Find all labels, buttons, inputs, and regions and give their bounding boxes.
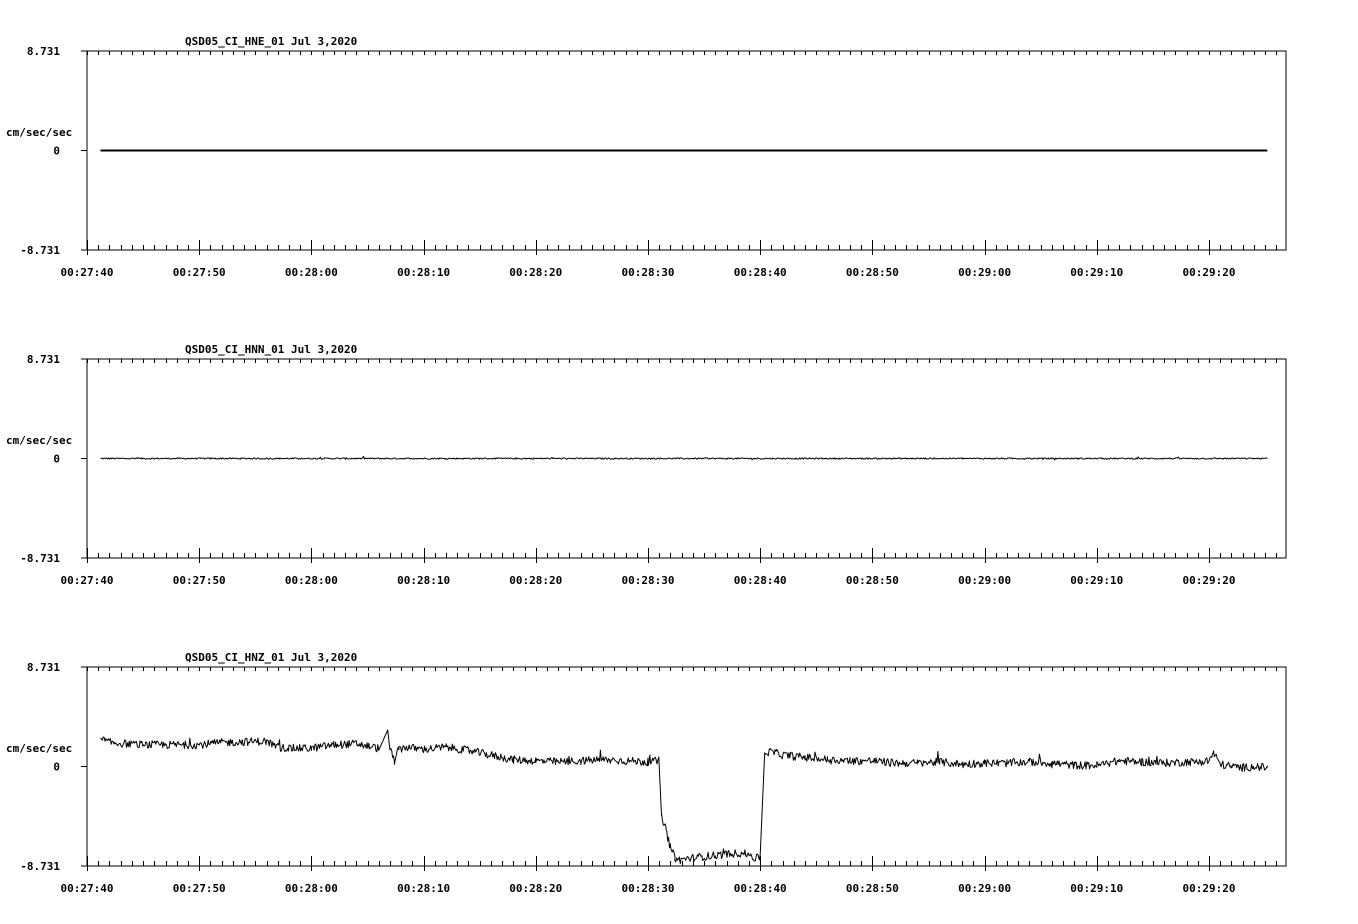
plot-frame [86,666,1287,867]
y-tick-label: -8.731 [20,552,60,565]
x-tick-label: 00:29:10 [1070,266,1123,279]
y-tick-label: -8.731 [20,244,60,257]
x-tick-label: 00:28:40 [734,266,787,279]
x-tick-label: 00:27:40 [61,266,114,279]
x-tick-label: 00:27:40 [61,882,114,895]
x-tick-label: 00:28:40 [734,882,787,895]
chart-title: QSD05_CI_HNE_01 Jul 3,2020 [185,35,357,48]
y-tick-label: 0 [53,145,60,158]
x-tick-label: 00:29:20 [1183,882,1236,895]
x-tick-label: 00:28:20 [509,574,562,587]
x-tick-label: 00:27:50 [173,574,226,587]
x-tick-label: 00:28:10 [397,574,450,587]
x-tick-label: 00:29:20 [1183,574,1236,587]
x-tick-label: 00:28:30 [622,882,675,895]
x-tick-label: 00:29:20 [1183,266,1236,279]
x-tick-label: 00:28:20 [509,266,562,279]
x-tick-label: 00:28:20 [509,882,562,895]
y-tick-label: 8.731 [27,353,60,366]
y-axis-label: cm/sec/sec [6,434,72,447]
x-tick-label: 00:28:50 [846,882,899,895]
x-tick-label: 00:28:10 [397,882,450,895]
x-tick-label: 00:28:30 [622,574,675,587]
y-axis-label: cm/sec/sec [6,126,72,139]
chart-title: QSD05_CI_HNZ_01 Jul 3,2020 [185,651,357,664]
y-tick-label: 8.731 [27,661,60,674]
chart-title: QSD05_CI_HNN_01 Jul 3,2020 [185,343,357,356]
x-tick-label: 00:28:50 [846,266,899,279]
y-tick-label: 0 [53,761,60,774]
y-tick-label: -8.731 [20,860,60,873]
x-tick-label: 00:29:10 [1070,574,1123,587]
x-tick-label: 00:29:10 [1070,882,1123,895]
x-tick-label: 00:29:00 [958,266,1011,279]
x-tick-label: 00:28:00 [285,574,338,587]
x-tick-label: 00:28:10 [397,266,450,279]
x-tick-label: 00:27:50 [173,266,226,279]
x-tick-label: 00:29:00 [958,574,1011,587]
x-tick-label: 00:27:50 [173,882,226,895]
x-tick-label: 00:29:00 [958,882,1011,895]
x-tick-label: 00:28:00 [285,266,338,279]
y-tick-label: 8.731 [27,45,60,58]
seismogram-figure: QSD05_CI_HNE_01 Jul 3,2020 cm/sec/sec 8.73… [6,35,1287,895]
x-tick-label: 00:28:40 [734,574,787,587]
x-tick-label: 00:28:30 [622,266,675,279]
seismic-trace [100,455,1268,461]
y-axis-label: cm/sec/sec [6,742,72,755]
y-tick-label: 0 [53,453,60,466]
x-tick-label: 00:28:00 [285,882,338,895]
seismic-trace [100,729,1268,865]
x-tick-label: 00:28:50 [846,574,899,587]
x-tick-label: 00:27:40 [61,574,114,587]
